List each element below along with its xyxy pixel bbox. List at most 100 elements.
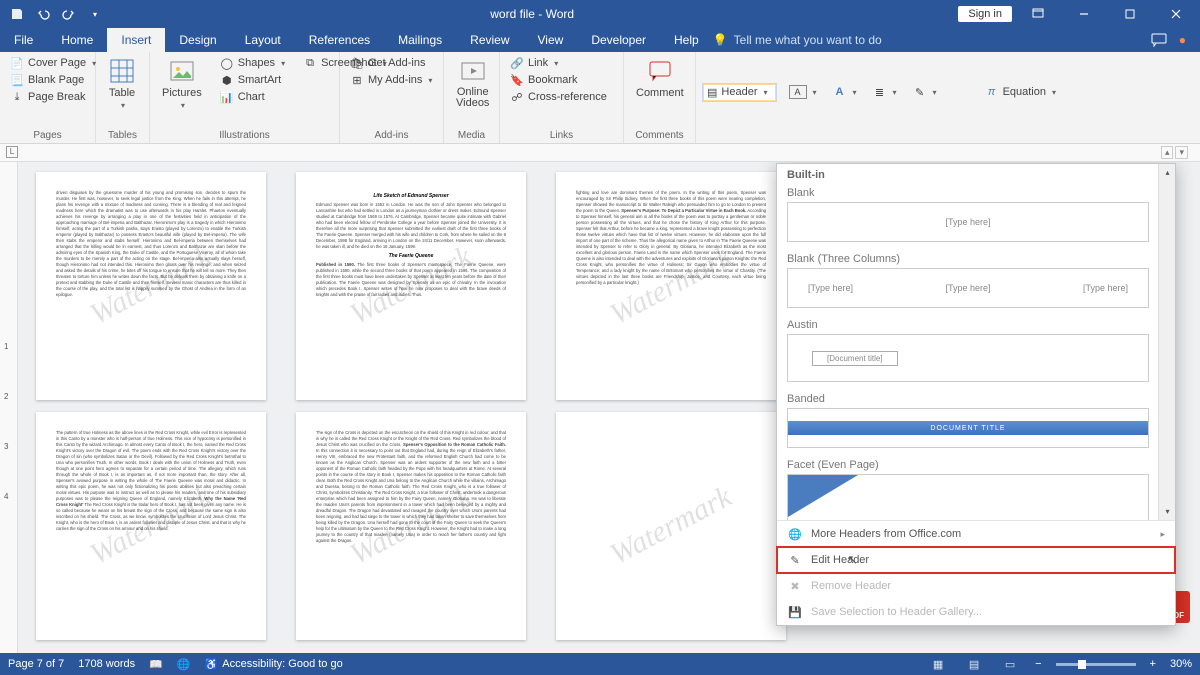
text-box-button[interactable]: A▾: [785, 84, 821, 100]
office-icon: 🌐: [787, 526, 803, 542]
zoom-out-button[interactable]: −: [1035, 658, 1041, 670]
group-label-tables: Tables: [102, 129, 143, 142]
document-canvas[interactable]: 1 2 3 4 Watermark driven disguises by th…: [0, 162, 1200, 653]
gallery-item-blank[interactable]: Blank [Type here]: [777, 184, 1175, 250]
comment-icon: [646, 57, 674, 85]
qat-more-icon[interactable]: ▾: [84, 3, 106, 25]
scroll-up-icon[interactable]: ▴: [1159, 164, 1175, 181]
pictures-button[interactable]: Pictures▾: [156, 55, 208, 112]
tab-layout[interactable]: Layout: [231, 28, 295, 52]
scroll-down-icon[interactable]: ▾: [1159, 503, 1175, 520]
group-label-comments: Comments: [630, 129, 689, 142]
wordart-icon: A: [833, 85, 847, 99]
spellcheck-icon[interactable]: 📖: [149, 658, 163, 671]
blank-page-button[interactable]: 📃Blank Page: [6, 72, 100, 88]
table-button[interactable]: Table▾: [102, 55, 142, 112]
tab-home[interactable]: Home: [47, 28, 107, 52]
zoom-level[interactable]: 30%: [1170, 658, 1192, 670]
body-text: fighting and love are dominant themes of…: [576, 190, 766, 286]
body-text: driven disguises by the gruesome murder …: [56, 190, 246, 298]
online-video-button[interactable]: Online Videos: [450, 55, 495, 111]
wordart-button[interactable]: A▾: [829, 84, 861, 100]
header-gallery-dropdown: Built-in Blank [Type here] Blank (Three …: [776, 163, 1176, 626]
accessibility-icon: ♿: [205, 658, 219, 671]
page-thumbnail[interactable]: Watermark The sign of the Cross is depic…: [296, 412, 526, 640]
ruler-down-icon[interactable]: ▾: [1175, 146, 1188, 159]
equation-button[interactable]: πEquation▾: [981, 84, 1060, 100]
tab-insert[interactable]: Insert: [107, 28, 165, 52]
lightbulb-icon: 💡: [713, 33, 728, 47]
my-addins-button[interactable]: ⊞My Add-ins▾: [346, 72, 436, 88]
page-thumbnail[interactable]: Watermark Life Sketch of Edmund Spenser …: [296, 172, 526, 400]
ribbon-options-icon[interactable]: [1018, 0, 1058, 28]
web-layout-icon[interactable]: ▭: [999, 655, 1021, 673]
notification-dot-icon[interactable]: ●: [1179, 33, 1186, 47]
page-break-button[interactable]: ⤓Page Break: [6, 89, 100, 105]
gallery-scrollbar[interactable]: ▴ ▾: [1158, 164, 1175, 520]
more-headers-menu[interactable]: 🌐More Headers from Office.com▸: [777, 521, 1175, 547]
comment-button[interactable]: Comment: [630, 55, 690, 101]
watermark-text: Watermark: [605, 480, 738, 572]
gallery-section-builtin: Built-in: [777, 164, 1175, 184]
chart-button[interactable]: 📊Chart: [216, 89, 289, 105]
gallery-item-blank-three[interactable]: Blank (Three Columns) [Type here][Type h…: [777, 250, 1175, 316]
get-addins-button[interactable]: 🛍Get Add-ins: [346, 55, 436, 71]
tab-review[interactable]: Review: [456, 28, 523, 52]
shapes-button[interactable]: ◯Shapes▾: [216, 55, 289, 71]
minimize-icon[interactable]: [1064, 0, 1104, 28]
bookmark-icon: 🔖: [510, 73, 524, 87]
sign-in-button[interactable]: Sign in: [958, 6, 1012, 22]
comments-pane-icon[interactable]: [1151, 33, 1167, 47]
page-thumbnail[interactable]: Watermark: [556, 412, 786, 640]
gallery-item-facet[interactable]: Facet (Even Page): [777, 456, 1175, 520]
signature-button[interactable]: ✎▾: [909, 84, 941, 100]
group-label-media: Media: [450, 129, 493, 142]
save-icon[interactable]: [6, 3, 28, 25]
ruler-tab-marker[interactable]: L: [6, 146, 18, 158]
store-icon: 🛍: [350, 56, 364, 70]
tell-me-search[interactable]: 💡 Tell me what you want to do: [713, 28, 1151, 52]
cover-page-button[interactable]: 📄Cover Page▾: [6, 55, 100, 71]
gallery-item-banded[interactable]: Banded DOCUMENT TITLE: [777, 390, 1175, 456]
zoom-in-button[interactable]: +: [1150, 658, 1156, 670]
accessibility-status[interactable]: ♿Accessibility: Good to go: [205, 658, 343, 671]
status-page[interactable]: Page 7 of 7: [8, 658, 64, 670]
maximize-icon[interactable]: [1110, 0, 1150, 28]
group-label-pages: Pages: [6, 129, 89, 142]
page-thumbnail[interactable]: Watermark driven disguises by the grueso…: [36, 172, 266, 400]
zoom-slider[interactable]: [1056, 663, 1136, 666]
page-subheading: The Faerie Queene: [316, 253, 506, 259]
edit-header-menu[interactable]: ✎Edit Header↖: [777, 547, 1175, 573]
status-bar: Page 7 of 7 1708 words 📖 🌐 ♿Accessibilit…: [0, 653, 1200, 675]
dropcap-icon: ≣: [873, 85, 887, 99]
link-icon: 🔗: [510, 56, 524, 70]
header-dropdown-button[interactable]: ▤Header▾: [702, 83, 777, 102]
tab-file[interactable]: File: [0, 28, 47, 52]
status-words[interactable]: 1708 words: [78, 658, 135, 670]
group-label-addins: Add-ins: [346, 129, 437, 142]
smartart-button[interactable]: ⬢SmartArt: [216, 72, 289, 88]
page-thumbnail[interactable]: Watermark The pattern of true Holiness a…: [36, 412, 266, 640]
tab-references[interactable]: References: [295, 28, 384, 52]
cross-ref-button[interactable]: ☍Cross-reference: [506, 89, 611, 105]
quick-access-toolbar: ▾: [0, 3, 106, 25]
bookmark-button[interactable]: 🔖Bookmark: [506, 72, 611, 88]
gallery-item-austin[interactable]: Austin [Document title]: [777, 316, 1175, 390]
redo-icon[interactable]: [58, 3, 80, 25]
header-icon: ▤: [707, 86, 717, 99]
tab-design[interactable]: Design: [165, 28, 230, 52]
print-layout-icon[interactable]: ▤: [963, 655, 985, 673]
dropcap-button[interactable]: ≣▾: [869, 84, 901, 100]
undo-icon[interactable]: [32, 3, 54, 25]
tab-mailings[interactable]: Mailings: [384, 28, 456, 52]
language-icon[interactable]: 🌐: [177, 658, 191, 671]
focus-view-icon[interactable]: ▦: [927, 655, 949, 673]
tab-developer[interactable]: Developer: [577, 28, 660, 52]
tab-help[interactable]: Help: [660, 28, 713, 52]
ruler-up-icon[interactable]: ▴: [1161, 146, 1174, 159]
page-thumbnail[interactable]: Watermark fighting and love are dominant…: [556, 172, 786, 400]
link-button[interactable]: 🔗Link▾: [506, 55, 611, 71]
body-text: Published in 1590. The first three books…: [316, 262, 506, 298]
close-icon[interactable]: [1156, 0, 1196, 28]
tab-view[interactable]: View: [524, 28, 578, 52]
